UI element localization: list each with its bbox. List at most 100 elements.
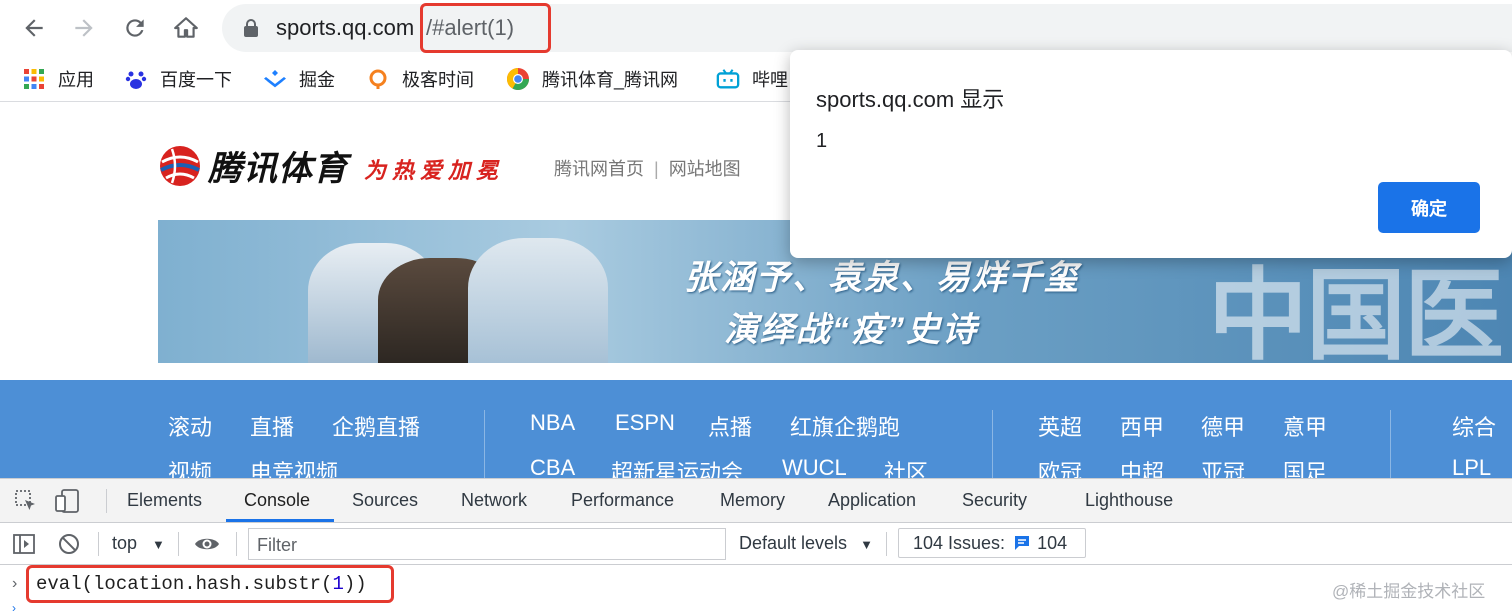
address-bar[interactable]: sports.qq.com /#alert(1) <box>222 4 1512 52</box>
filter-input[interactable]: Filter <box>248 528 726 560</box>
nav-divider <box>1390 410 1391 478</box>
toolbar-divider <box>98 532 99 556</box>
forward-button[interactable] <box>66 10 102 46</box>
lock-icon <box>244 19 258 37</box>
alert-ok-button[interactable]: 确定 <box>1378 182 1480 233</box>
sports-nav-bar: 滚动 直播 企鹅直播 NBA ESPN 点播 红旗企鹅跑 英超 西甲 德甲 意甲… <box>0 380 1512 478</box>
nav-item[interactable]: 红旗企鹅跑 <box>790 410 900 442</box>
issues-label: 104 Issues: <box>913 532 1006 553</box>
watermark: @稀土掘金技术社区 <box>1332 582 1486 601</box>
chrome-like-icon <box>506 67 530 91</box>
active-tab-indicator <box>226 519 334 522</box>
nav-item[interactable]: 直播 <box>250 410 294 442</box>
nav-item[interactable]: 亚冠 <box>1201 455 1245 478</box>
tab-elements[interactable]: Elements <box>127 490 202 511</box>
bookmark-apps[interactable]: 应用 <box>22 66 94 92</box>
forward-arrow-icon <box>75 19 93 37</box>
banner-figure <box>468 238 608 363</box>
top-links: 腾讯网首页 | 网站地图 <box>554 155 741 181</box>
devtools-tab-bar: Elements Console Sources Network Perform… <box>0 479 1512 523</box>
link-tencent-home[interactable]: 腾讯网首页 <box>554 159 644 179</box>
devtools-panel: Elements Console Sources Network Perform… <box>0 478 1512 615</box>
home-button[interactable] <box>168 10 204 46</box>
device-toolbar-icon[interactable] <box>54 489 80 518</box>
context-selector[interactable]: top ▼ <box>112 533 165 554</box>
chevron-down-icon: ▼ <box>152 537 165 552</box>
tab-lighthouse[interactable]: Lighthouse <box>1085 490 1173 511</box>
nav-item[interactable]: NBA <box>530 410 575 436</box>
prompt-chevron-icon: › <box>12 575 18 592</box>
nav-item[interactable]: LPL <box>1452 455 1491 478</box>
nav-item[interactable]: 中超 <box>1120 455 1164 478</box>
filter-placeholder: Filter <box>257 535 297 555</box>
tab-performance[interactable]: Performance <box>571 490 674 511</box>
baidu-paw-icon <box>124 67 148 91</box>
banner-text-line2: 演绎战“疫”史诗 <box>724 311 978 349</box>
nav-item[interactable]: CBA <box>530 455 575 478</box>
url-hash-highlight-box <box>420 3 551 53</box>
home-icon <box>174 17 198 38</box>
url-host: sports.qq.com <box>276 15 415 40</box>
nav-item[interactable]: 电竞视频 <box>250 455 338 478</box>
tab-security[interactable]: Security <box>962 490 1027 511</box>
nav-item[interactable]: 社区 <box>884 455 928 478</box>
apps-grid-icon <box>22 67 46 91</box>
bookmark-label: 百度一下 <box>160 70 232 90</box>
issues-count: 104 <box>1037 532 1068 553</box>
clear-console-icon[interactable] <box>57 532 81 561</box>
bilibili-tv-icon <box>716 67 740 91</box>
nav-item[interactable]: WUCL <box>782 455 847 478</box>
globe-logo-icon <box>160 145 200 186</box>
issues-button[interactable]: 104 Issues: 104 <box>898 528 1086 558</box>
toolbar-divider <box>886 532 887 556</box>
toolbar-divider <box>236 532 237 556</box>
toolbar-divider <box>178 532 179 556</box>
bookmark-label: 哔哩 <box>752 70 788 90</box>
nav-item[interactable]: 视频 <box>168 455 212 478</box>
nav-item[interactable]: 意甲 <box>1283 410 1327 442</box>
bookmark-tencent-sports[interactable]: 腾讯体育_腾讯网 <box>506 66 678 92</box>
slogan: 为热爱加冕 <box>364 158 505 183</box>
tencent-sports-logo[interactable]: 腾讯体育 <box>158 141 348 190</box>
bookmark-juejin[interactable]: 掘金 <box>263 66 335 92</box>
inspect-element-icon[interactable] <box>14 489 38 518</box>
eye-icon[interactable] <box>194 534 220 559</box>
back-button[interactable] <box>16 10 52 46</box>
tab-console[interactable]: Console <box>244 490 310 511</box>
sidebar-toggle-icon[interactable] <box>12 532 36 561</box>
nav-item[interactable]: 点播 <box>708 410 752 442</box>
nav-item[interactable]: 滚动 <box>168 410 212 442</box>
nav-item[interactable]: 德甲 <box>1201 410 1245 442</box>
tab-application[interactable]: Application <box>828 490 916 511</box>
log-levels-label: Default levels <box>739 533 848 553</box>
console-input-line[interactable]: › › eval(location.hash.substr(1)) @稀土掘金技… <box>0 565 1512 615</box>
reload-button[interactable] <box>117 10 153 46</box>
nav-item[interactable]: 西甲 <box>1120 410 1164 442</box>
toolbar-divider <box>106 489 107 513</box>
bookmark-label: 腾讯体育_腾讯网 <box>542 70 679 90</box>
tab-memory[interactable]: Memory <box>720 490 785 511</box>
nav-item[interactable]: 超新星运动会 <box>611 455 743 478</box>
bookmark-baidu[interactable]: 百度一下 <box>124 66 232 92</box>
nav-item[interactable]: 综合 <box>1452 410 1496 442</box>
log-levels-dropdown[interactable]: Default levels ▼ <box>739 533 873 554</box>
nav-item[interactable]: 英超 <box>1038 410 1082 442</box>
alert-dialog: sports.qq.com 显示 1 确定 <box>790 50 1512 258</box>
link-site-map[interactable]: 网站地图 <box>669 159 741 179</box>
link-separator: | <box>654 159 659 179</box>
tab-network[interactable]: Network <box>461 490 527 511</box>
back-arrow-icon <box>25 19 43 37</box>
chevron-down-icon: ▼ <box>860 537 873 552</box>
juejin-icon <box>263 67 287 91</box>
console-toolbar: top ▼ Filter Default levels ▼ 104 Issues… <box>0 523 1512 565</box>
nav-item[interactable]: 企鹅直播 <box>332 410 420 442</box>
browser-toolbar: sports.qq.com /#alert(1) <box>0 0 1512 56</box>
context-label: top <box>112 533 138 553</box>
bookmark-bilibili[interactable]: 哔哩 <box>716 66 788 92</box>
nav-item[interactable]: ESPN <box>615 410 675 436</box>
nav-item[interactable]: 国足 <box>1283 455 1327 478</box>
nav-item[interactable]: 欧冠 <box>1038 455 1082 478</box>
tab-sources[interactable]: Sources <box>352 490 418 511</box>
bookmark-geektime[interactable]: 极客时间 <box>366 66 474 92</box>
bookmark-label: 掘金 <box>299 70 335 90</box>
